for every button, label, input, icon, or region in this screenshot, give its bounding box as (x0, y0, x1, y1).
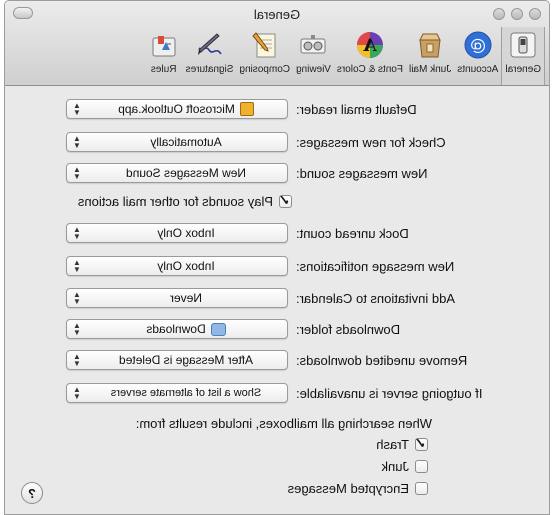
new-messages-sound-value: New Messages Sound (125, 166, 247, 180)
toolbar-toggle-button[interactable] (13, 7, 33, 19)
row-search-junk[interactable]: Junk (382, 459, 428, 474)
composing-icon (249, 29, 281, 61)
help-button[interactable]: ? (21, 482, 43, 504)
search-junk-checkbox[interactable] (415, 460, 428, 473)
popup-arrows-icon: ▲ ▼ (73, 101, 81, 117)
tab-accounts[interactable]: @ Accounts (454, 27, 501, 83)
dock-unread-count-popup[interactable]: Inbox Only ▲ ▼ (66, 223, 288, 243)
add-invitations-value: Never (170, 291, 203, 305)
outlook-app-icon (239, 102, 254, 116)
play-sounds-label: Play sounds for other mail actions (77, 194, 273, 209)
new-messages-sound-popup[interactable]: New Messages Sound ▲ ▼ (66, 163, 288, 183)
window-title: General (253, 7, 301, 22)
row-search-encrypted[interactable]: Encrypted Messages (288, 481, 428, 496)
check-new-messages-popup[interactable]: Automatically ▲ ▼ (66, 132, 288, 152)
remove-unedited-downloads-value: After Message is Deleted (118, 353, 254, 367)
popup-arrows-icon: ▲ ▼ (73, 225, 81, 241)
tab-label: Accounts (457, 64, 499, 75)
tab-rules[interactable]: Rules (145, 27, 183, 83)
row-remove-unedited-downloads: Remove unedited downloads: After Message… (66, 350, 534, 370)
new-message-notifications-label: New message notifications: (296, 258, 455, 274)
tab-label: Composing (239, 64, 291, 75)
outgoing-server-unavailable-label: If outgoing server is unavailable: (296, 385, 483, 401)
search-encrypted-checkbox[interactable] (415, 482, 428, 495)
tab-composing[interactable]: Composing (236, 27, 293, 83)
default-email-reader-value: Microsoft Outlook.app (118, 102, 235, 116)
downloads-folder-value: Downloads (146, 322, 206, 336)
rules-icon (148, 29, 180, 61)
play-sounds-checkbox[interactable] (279, 195, 292, 208)
remove-unedited-downloads-popup[interactable]: After Message is Deleted ▲ ▼ (66, 350, 288, 370)
popup-arrows-icon: ▲ ▼ (73, 258, 81, 274)
row-add-invitations: Add invitations to Calendar: Never ▲ ▼ (66, 288, 534, 308)
popup-arrows-icon: ▲ ▼ (73, 134, 81, 150)
tab-signatures[interactable]: Signatures (183, 27, 237, 83)
search-encrypted-label: Encrypted Messages (287, 481, 409, 496)
popup-arrows-icon: ▲ ▼ (73, 290, 81, 306)
search-mailboxes-heading: When searching all mailboxes, include re… (135, 416, 432, 431)
downloads-folder-popup[interactable]: Downloads ▲ ▼ (66, 319, 288, 339)
row-outgoing-server-unavailable: If outgoing server is unavailable: Show … (66, 383, 534, 403)
row-dock-unread-count: Dock unread count: Inbox Only ▲ ▼ (66, 223, 534, 243)
default-email-reader-popup[interactable]: Microsoft Outlook.app ▲ ▼ (66, 99, 288, 119)
title-bar: General General @ Accounts Junk Mail A F… (5, 1, 549, 86)
tab-label: Rules (150, 64, 177, 75)
remove-unedited-downloads-label: Remove unedited downloads: (296, 352, 468, 368)
svg-text:A: A (363, 36, 378, 56)
add-invitations-popup[interactable]: Never ▲ ▼ (66, 288, 288, 308)
tab-label: Fonts & Colors (336, 64, 404, 75)
fonts-colors-icon: A (354, 29, 386, 61)
search-mailboxes-heading-row: When searching all mailboxes, include re… (136, 416, 432, 431)
search-junk-label: Junk (381, 459, 409, 474)
search-trash-checkbox[interactable] (415, 438, 428, 451)
check-new-messages-value: Automatically (150, 135, 222, 149)
row-search-trash[interactable]: Trash (376, 437, 428, 452)
dock-unread-count-value: Inbox Only (157, 226, 215, 240)
tab-viewing[interactable]: Viewing (293, 27, 334, 83)
default-email-reader-label: Default email reader: (296, 101, 417, 117)
tab-label: General (505, 64, 541, 75)
at-sign-icon: @ (462, 29, 494, 61)
popup-arrows-icon: ▲ ▼ (73, 165, 81, 181)
tab-label: Viewing (296, 64, 331, 75)
downloads-folder-label: Downloads folder: (296, 321, 401, 337)
add-invitations-label: Add invitations to Calendar: (296, 290, 455, 306)
preferences-window: General General @ Accounts Junk Mail A F… (4, 0, 550, 515)
switch-icon (507, 29, 539, 61)
junk-mail-icon (414, 29, 446, 61)
check-new-messages-label: Check for new messages: (296, 134, 446, 150)
popup-arrows-icon: ▲ ▼ (73, 352, 81, 368)
popup-arrows-icon: ▲ ▼ (73, 321, 81, 337)
signatures-icon (194, 29, 226, 61)
search-trash-label: Trash (376, 437, 409, 452)
row-downloads-folder: Downloads folder: Downloads ▲ ▼ (66, 319, 534, 339)
tab-label: Signatures (185, 64, 234, 75)
new-message-notifications-popup[interactable]: Inbox Only ▲ ▼ (66, 256, 288, 276)
tab-general[interactable]: General (501, 27, 545, 85)
mirrored-screen: General General @ Accounts Junk Mail A F… (0, 0, 556, 515)
help-icon: ? (28, 485, 36, 501)
new-message-notifications-value: Inbox Only (157, 259, 215, 273)
tab-label: Junk Mail (409, 64, 452, 75)
tab-fonts-colors[interactable]: A Fonts & Colors (334, 27, 406, 83)
viewing-icon (297, 29, 329, 61)
dock-unread-count-label: Dock unread count: (296, 225, 409, 241)
row-default-email-reader: Default email reader: Microsoft Outlook.… (66, 99, 534, 119)
row-new-message-notifications: New message notifications: Inbox Only ▲ ▼ (66, 256, 534, 276)
row-check-new-messages: Check for new messages: Automatically ▲ ▼ (66, 132, 534, 152)
popup-arrows-icon: ▲ ▼ (73, 385, 81, 401)
outgoing-server-unavailable-popup[interactable]: Show a list of alternate servers ▲ ▼ (66, 383, 288, 403)
tab-junk-mail[interactable]: Junk Mail (406, 27, 454, 83)
row-new-messages-sound: New messages sound: New Messages Sound ▲… (66, 163, 534, 183)
outgoing-server-unavailable-value: Show a list of alternate servers (110, 387, 262, 399)
new-messages-sound-label: New messages sound: (296, 165, 428, 181)
row-play-sounds[interactable]: Play sounds for other mail actions (78, 194, 292, 209)
preferences-toolbar: General @ Accounts Junk Mail A Fonts & C… (145, 27, 545, 85)
downloads-folder-icon (210, 322, 226, 336)
svg-text:@: @ (470, 35, 486, 54)
